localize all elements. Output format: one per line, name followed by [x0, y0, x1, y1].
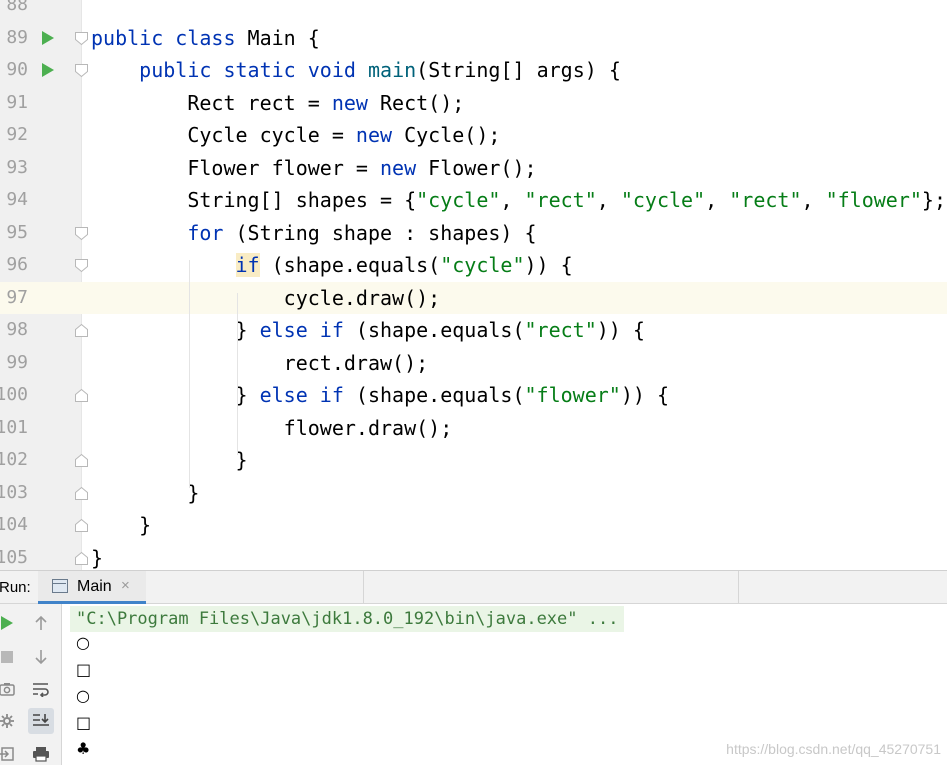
fold-open-icon[interactable] — [74, 258, 89, 273]
watermark: https://blog.csdn.net/qq_45270751 — [726, 741, 941, 757]
up-icon[interactable] — [28, 610, 54, 636]
console-output-line: ○ — [76, 686, 90, 705]
line-number: 90 — [6, 59, 28, 80]
scroll-to-end-icon[interactable] — [28, 708, 54, 734]
code-line[interactable]: 101 flower.draw(); — [0, 412, 947, 445]
line-number: 89 — [6, 26, 28, 48]
run-panel-header: Run: Main × — [0, 570, 947, 604]
code-text: for (String shape : shapes) { — [187, 220, 537, 245]
code-text: Rect rect = new Rect(); — [91, 90, 465, 115]
down-icon[interactable] — [28, 644, 54, 670]
fold-open-icon[interactable] — [74, 63, 89, 78]
code-line[interactable]: 94 String[] shapes = {"cycle", "rect", "… — [0, 184, 947, 217]
soft-wrap-icon[interactable] — [28, 676, 54, 702]
fold-close-icon[interactable] — [74, 453, 89, 468]
console-command-line[interactable]: "C:\Program Files\Java\jdk1.8.0_192\bin\… — [70, 606, 625, 632]
console-output-line: ○ — [76, 633, 90, 652]
code-line[interactable]: 99 rect.draw(); — [0, 347, 947, 380]
console-output-line: □ — [76, 659, 92, 679]
line-number: 91 — [6, 91, 28, 113]
code-line[interactable]: 92 Cycle cycle = new Cycle(); — [0, 119, 947, 152]
line-number: 105 — [0, 546, 28, 568]
run-toolbar — [0, 604, 62, 765]
console-output[interactable]: "C:\Program Files\Java\jdk1.8.0_192\bin\… — [62, 604, 947, 765]
run-gutter-icon[interactable] — [42, 30, 54, 45]
code-text: Cycle cycle = new Cycle(); — [91, 123, 501, 147]
line-number: 104 — [0, 514, 28, 535]
line-number: 96 — [6, 254, 28, 275]
stop-icon[interactable] — [0, 644, 20, 670]
code-text: } else if (shape.equals("rect")) { — [91, 318, 645, 342]
code-line[interactable]: 93 Flower flower = new Flower(); — [0, 152, 947, 185]
code-line[interactable]: 98 } else if (shape.equals("rect")) { — [0, 314, 947, 347]
code-text: } — [91, 545, 104, 570]
code-line[interactable]: 97 cycle.draw(); — [0, 281, 947, 314]
fold-open-icon[interactable] — [74, 31, 89, 46]
code-line[interactable]: 100 } else if (shape.equals("flower")) { — [0, 379, 947, 412]
code-text: cycle.draw(); — [91, 285, 441, 310]
line-number: 102 — [0, 449, 28, 470]
panel-divider — [738, 571, 739, 604]
code-line[interactable]: 104 } — [0, 509, 947, 542]
fold-close-icon[interactable] — [74, 388, 89, 403]
code-line[interactable]: 88 — [0, 0, 947, 22]
line-number: 95 — [6, 221, 28, 243]
line-number: 94 — [6, 189, 28, 210]
code-text: } — [91, 513, 152, 537]
code-line[interactable]: 90 public static void main(String[] args… — [0, 54, 947, 87]
code-text: String[] shapes = {"cycle", "rect", "cyc… — [91, 188, 946, 212]
code-text: public static void main(String[] args) { — [139, 58, 621, 82]
camera-icon[interactable] — [0, 676, 20, 702]
fold-open-icon[interactable] — [74, 226, 89, 241]
rerun-icon[interactable] — [0, 610, 20, 636]
code-line[interactable]: 103 } — [0, 477, 947, 510]
fold-close-icon[interactable] — [74, 551, 89, 566]
line-number: 92 — [6, 124, 28, 145]
line-number: 103 — [0, 481, 28, 503]
console-output-line: □ — [76, 712, 92, 732]
code-line[interactable]: 102 } — [0, 444, 947, 477]
settings-icon[interactable] — [0, 708, 20, 734]
console-output-line: ♣ — [76, 739, 91, 758]
indent-guide — [237, 293, 238, 455]
code-line[interactable]: 105} — [0, 542, 947, 571]
exit-icon[interactable] — [0, 741, 20, 765]
code-text: if (shape.equals("cycle")) { — [235, 253, 573, 277]
code-text: } — [91, 448, 248, 472]
code-line[interactable]: 91 Rect rect = new Rect(); — [0, 87, 947, 120]
code-text: public class Main { — [91, 25, 320, 50]
line-number: 88 — [6, 0, 28, 15]
line-number: 99 — [6, 351, 28, 373]
code-line[interactable]: 96 if (shape.equals("cycle")) { — [0, 249, 947, 282]
code-text: } — [91, 480, 200, 505]
run-tab-label: Main — [77, 578, 112, 595]
code-text: } else if (shape.equals("flower")) { — [91, 383, 670, 407]
line-number: 100 — [0, 384, 28, 405]
code-text: rect.draw(); — [91, 350, 429, 375]
run-tab-main[interactable]: Main × — [38, 571, 146, 604]
fold-close-icon[interactable] — [74, 486, 89, 501]
line-number: 98 — [6, 319, 28, 340]
run-label: Run: — [0, 579, 31, 596]
fold-close-icon[interactable] — [74, 323, 89, 338]
code-editor[interactable]: 88 89 public class Main { 90 public static … — [0, 0, 947, 570]
console-tab-icon — [52, 579, 68, 593]
indent-guide — [189, 260, 190, 488]
code-text: Flower flower = new Flower(); — [91, 155, 537, 180]
line-number: 93 — [6, 156, 28, 178]
panel-divider — [363, 571, 364, 604]
fold-close-icon[interactable] — [74, 518, 89, 533]
run-gutter-icon[interactable] — [42, 63, 54, 77]
line-number: 97 — [6, 286, 28, 308]
print-icon[interactable] — [28, 741, 54, 765]
line-number: 101 — [0, 416, 28, 438]
code-line[interactable]: 89 public class Main { — [0, 22, 947, 55]
close-icon[interactable]: × — [121, 577, 130, 594]
code-line[interactable]: 95 for (String shape : shapes) { — [0, 217, 947, 250]
code-text: flower.draw(); — [91, 415, 453, 440]
